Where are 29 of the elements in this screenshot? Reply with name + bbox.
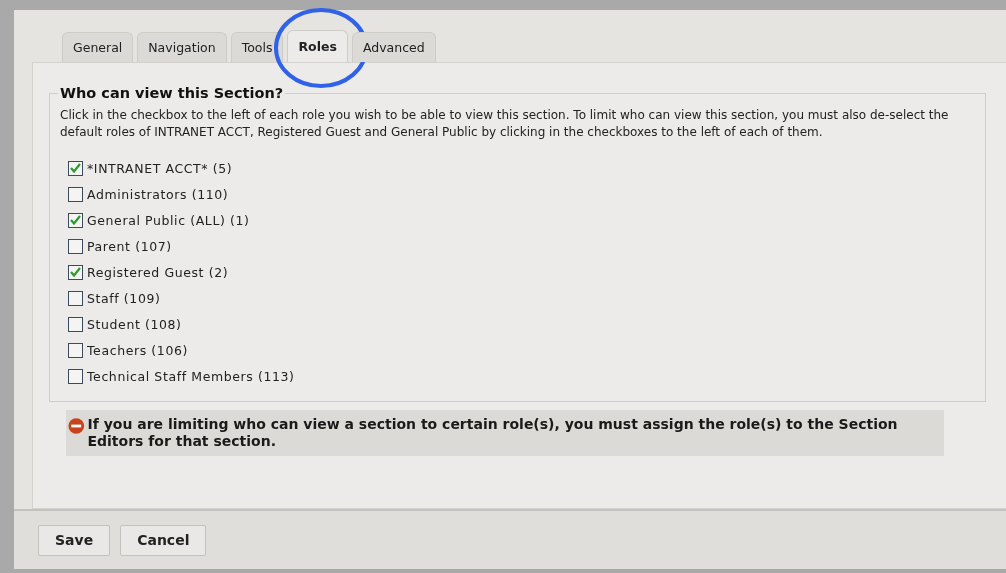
role-label: *INTRANET ACCT* (5) — [87, 160, 233, 176]
no-entry-icon — [68, 416, 85, 436]
tab[interactable]: Advanced — [351, 32, 436, 62]
notice-text: If you are limiting who can view a section to certain role(s), you must assign the role(s) to the Section Editors for that section. — [87, 416, 899, 450]
role-label: General Public (ALL) (1) — [87, 212, 250, 228]
action-button[interactable]: Save — [38, 524, 111, 556]
role-label: Administrators (110) — [87, 186, 229, 202]
tab[interactable]: Tools — [230, 32, 284, 62]
role-label: Registered Guest (2) — [87, 264, 229, 280]
section-legend: Who can view this Section? — [58, 85, 286, 101]
role-checkbox[interactable] — [68, 264, 83, 280]
tab[interactable]: Roles — [287, 30, 348, 62]
role-checkbox[interactable] — [68, 212, 83, 228]
role-label: Parent (107) — [87, 238, 172, 254]
tab[interactable]: General — [62, 32, 134, 62]
section-description: Click in the checkbox to the left of each role you wish to be able to view this section. To limit who can view this section, you must also de-select the default roles of INTRANET ACCT, Registered Guest and General Public by clicking in the checkboxes to the left of each of them. — [60, 107, 950, 141]
role-checkbox[interactable] — [68, 186, 83, 202]
role-checkbox[interactable] — [68, 290, 83, 306]
role-checkbox[interactable] — [68, 342, 83, 358]
role-checkbox[interactable] — [68, 316, 83, 332]
role-label: Technical Staff Members (113) — [87, 368, 295, 384]
role-label: Student (108) — [87, 316, 182, 332]
role-label: Staff (109) — [87, 290, 161, 306]
role-checkbox[interactable] — [68, 238, 83, 254]
action-button[interactable]: Cancel — [120, 524, 207, 556]
role-checkbox[interactable] — [68, 160, 83, 176]
role-label: Teachers (106) — [87, 342, 188, 358]
role-checkbox[interactable] — [68, 368, 83, 384]
tab[interactable]: Navigation — [137, 32, 227, 62]
